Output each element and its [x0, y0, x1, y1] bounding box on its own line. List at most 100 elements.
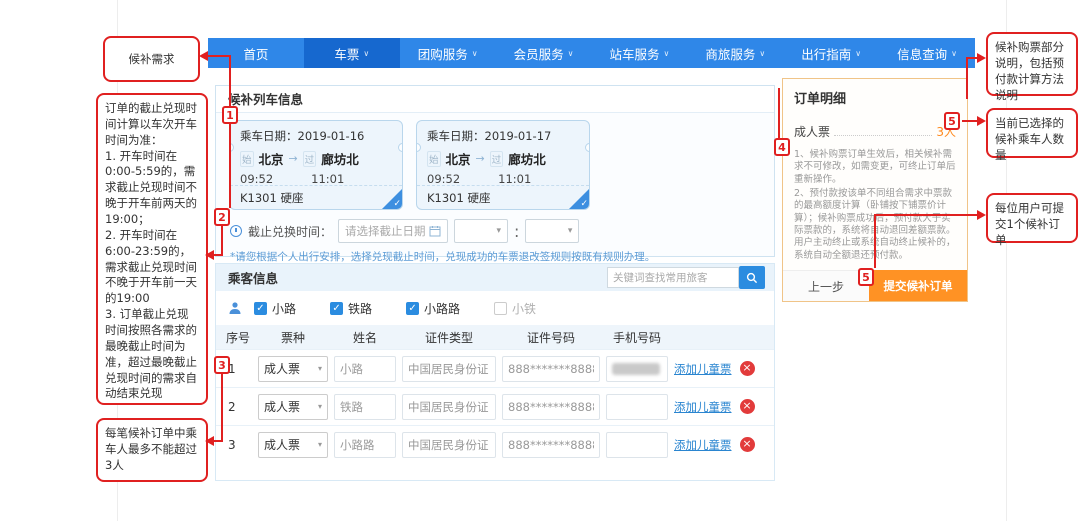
passenger-panel: 乘客信息 ✓小路 ✓铁路 ✓小路路 小铁 序号 票种 姓名 证件类型 证件号码 …	[215, 263, 775, 481]
nav-item-travel-guide[interactable]: 出行指南 ∨	[783, 38, 879, 68]
chevron-down-icon: ▾	[496, 226, 501, 236]
calendar-icon[interactable]	[429, 225, 441, 237]
col-header-index: 序号	[226, 329, 252, 346]
marker-2: 2	[214, 208, 230, 226]
quick-select-passenger-3[interactable]: ✓小路路	[406, 300, 460, 317]
panel-title: 乘客信息	[216, 268, 607, 287]
connector	[778, 88, 780, 138]
checkbox-checked-icon[interactable]: ✓	[330, 302, 343, 315]
train-times: 09:5211:01	[427, 172, 579, 186]
origin-tag: 始	[240, 151, 254, 167]
clock-icon	[230, 225, 242, 237]
seat-class: 硬座	[467, 191, 490, 205]
destination-city: 廊坊北	[508, 149, 546, 168]
train-seat-row: K1301 硬座	[230, 185, 402, 209]
name-field[interactable]	[334, 356, 396, 382]
table-row: 2 成人票▾ 添加儿童票 ×	[216, 387, 774, 425]
connector	[874, 214, 978, 216]
chevron-down-icon: ▾	[318, 364, 322, 373]
chevron-down-icon: ∨	[951, 49, 957, 58]
marker-3: 3	[214, 356, 230, 374]
phone-field[interactable]	[606, 394, 668, 420]
add-child-ticket-link[interactable]: 添加儿童票	[674, 361, 732, 377]
ticket-type-select[interactable]: 成人票▾	[258, 394, 328, 420]
connector	[221, 226, 223, 256]
nav-item-station-service[interactable]: 站车服务∨	[592, 38, 688, 68]
deadline-row: 截止兑换时间： 请选择截止日期 ▾ : ▾	[230, 219, 774, 243]
page: 首页 车票∨ 团购服务∨ 会员服务∨ 站车服务∨ 商旅服务∨ 出行指南∨ 信息查…	[0, 0, 1080, 521]
deadline-note: *请您根据个人出行安排，选择兑现截止时间，兑现成功的车票退改签规则按既有规则办理…	[230, 249, 774, 264]
ticket-type-label: 成人票	[794, 123, 830, 140]
redacted-phone	[612, 363, 660, 375]
id-type-field[interactable]	[402, 432, 496, 458]
search-button[interactable]	[739, 266, 765, 289]
quick-select-passenger-1[interactable]: ✓ 小路	[254, 300, 296, 317]
id-number-cell	[502, 356, 600, 382]
nav-item-info-query[interactable]: 信息查询∨	[879, 38, 975, 68]
id-number-field[interactable]	[502, 432, 600, 458]
nav-item-business-travel[interactable]: 商旅服务∨	[687, 38, 783, 68]
passenger-name: 小路	[272, 300, 296, 317]
checkbox-unchecked-icon[interactable]	[494, 302, 507, 315]
name-field[interactable]	[334, 394, 396, 420]
connector	[213, 254, 223, 256]
arrow-right-icon	[977, 116, 986, 126]
ticket-notch	[585, 143, 590, 152]
ticket-notch	[416, 143, 421, 152]
arrow-left-icon	[205, 250, 214, 260]
date-value: 2019-01-17	[485, 129, 552, 143]
arrow-right-icon	[977, 210, 986, 220]
callout-deadline-rules: 订单的截止兑现时间计算以车次开车时间为准： 1. 开车时间在0:00-5:59的…	[96, 93, 208, 405]
nav-label: 出行指南	[801, 44, 851, 63]
passenger-name: 小铁	[512, 300, 536, 317]
passenger-search	[607, 266, 765, 289]
nav-item-group-service[interactable]: 团购服务∨	[400, 38, 496, 68]
id-number-field[interactable]	[502, 356, 600, 382]
quick-select-passenger-2[interactable]: ✓铁路	[330, 300, 372, 317]
checkbox-checked-icon[interactable]: ✓	[254, 302, 267, 315]
id-type-cell	[402, 432, 496, 458]
delete-row-button[interactable]: ×	[740, 437, 755, 452]
id-type-field[interactable]	[402, 394, 496, 420]
search-input[interactable]	[607, 267, 739, 288]
checkbox-checked-icon[interactable]: ✓	[406, 302, 419, 315]
delete-row-button[interactable]: ×	[740, 361, 755, 376]
nav-label: 会员服务	[514, 44, 564, 63]
add-child-ticket-link[interactable]: 添加儿童票	[674, 437, 732, 453]
delete-row-button[interactable]: ×	[740, 399, 755, 414]
destination-city: 廊坊北	[321, 149, 359, 168]
train-cards: 乘车日期：2019-01-16 始 北京 → 过 廊坊北 09:5211:01 …	[216, 113, 774, 210]
deadline-minute-select[interactable]: ▾	[525, 219, 579, 243]
check-icon: ✓	[580, 199, 588, 209]
connector	[874, 214, 876, 268]
col-header-id-type: 证件类型	[402, 329, 496, 346]
ticket-type-select[interactable]: 成人票▾	[258, 432, 328, 458]
nav-label: 商旅服务	[705, 44, 755, 63]
submit-waitlist-order-button[interactable]: 提交候补订单	[869, 270, 967, 301]
deadline-date-input[interactable]: 请选择截止日期	[338, 219, 448, 243]
train-card-2[interactable]: 乘车日期：2019-01-17 始 北京 → 过 廊坊北 09:5211:01 …	[416, 120, 590, 210]
deadline-hour-select[interactable]: ▾	[454, 219, 508, 243]
destination-tag: 过	[303, 151, 317, 167]
callout-order-notes: 候补购票部分说明，包括预付款计算方法说明	[986, 32, 1078, 96]
nav-item-tickets[interactable]: 车票∨	[304, 38, 400, 68]
name-field[interactable]	[334, 432, 396, 458]
id-type-cell	[402, 394, 496, 420]
connector	[213, 440, 223, 442]
id-number-field[interactable]	[502, 394, 600, 420]
connector	[966, 57, 968, 99]
id-type-field[interactable]	[402, 356, 496, 382]
quick-select-passenger-4[interactable]: 小铁	[494, 300, 536, 317]
table-row: 3 成人票▾ 添加儿童票 ×	[216, 425, 774, 463]
ticket-type-select[interactable]: 成人票▾	[258, 356, 328, 382]
back-button[interactable]: 上一步	[783, 270, 869, 301]
callout-passenger-count: 当前已选择的候补乘车人数量	[986, 108, 1078, 158]
train-route: 始 北京 → 过 廊坊北	[240, 149, 392, 168]
add-child-ticket-link[interactable]: 添加儿童票	[674, 399, 732, 415]
train-card-1[interactable]: 乘车日期：2019-01-16 始 北京 → 过 廊坊北 09:5211:01 …	[229, 120, 403, 210]
nav-item-home[interactable]: 首页	[208, 38, 304, 68]
nav-item-member-service[interactable]: 会员服务∨	[496, 38, 592, 68]
phone-field[interactable]	[606, 432, 668, 458]
date-label: 乘车日期：	[427, 129, 485, 143]
chevron-down-icon: ∨	[855, 49, 861, 58]
